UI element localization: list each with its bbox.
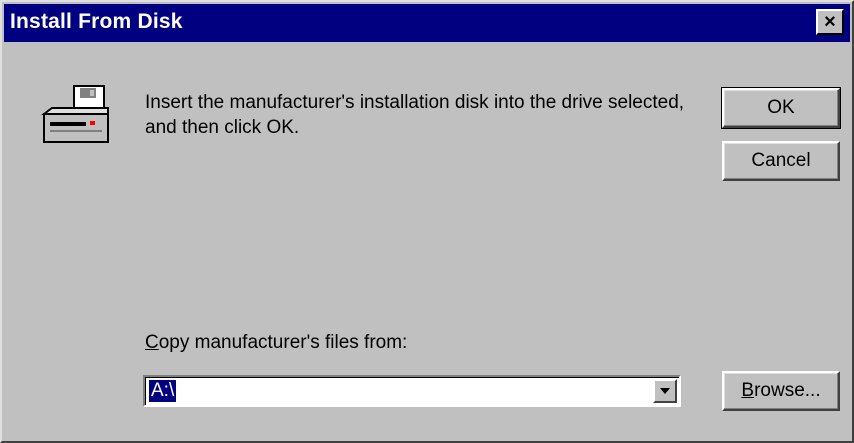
install-from-disk-dialog: Install From Disk × Insert the manufactu… [0, 0, 854, 443]
copy-from-path-value[interactable]: A:\ [149, 380, 177, 402]
copy-from-label: Copy manufacturer's files from: [145, 332, 407, 354]
ok-button[interactable]: OK [721, 87, 841, 129]
browse-accelerator: B [741, 380, 755, 401]
copy-from-label-text: opy manufacturer's files from: [158, 332, 408, 353]
browse-button[interactable]: Browse... [722, 371, 840, 411]
title-bar[interactable]: Install From Disk × [4, 4, 850, 42]
dropdown-arrow-button[interactable] [653, 379, 677, 403]
floppy-drive-icon [41, 85, 109, 143]
chevron-down-icon [660, 388, 670, 394]
instruction-text: Insert the manufacturer's installation d… [145, 92, 685, 138]
browse-label: rowse... [754, 380, 821, 401]
close-icon: × [824, 11, 836, 33]
window-title: Install From Disk [10, 10, 183, 33]
copy-from-combobox[interactable]: A:\ [143, 375, 681, 407]
copy-from-label-accelerator: C [145, 332, 159, 353]
close-button[interactable]: × [816, 9, 844, 35]
cancel-button[interactable]: Cancel [722, 141, 840, 181]
